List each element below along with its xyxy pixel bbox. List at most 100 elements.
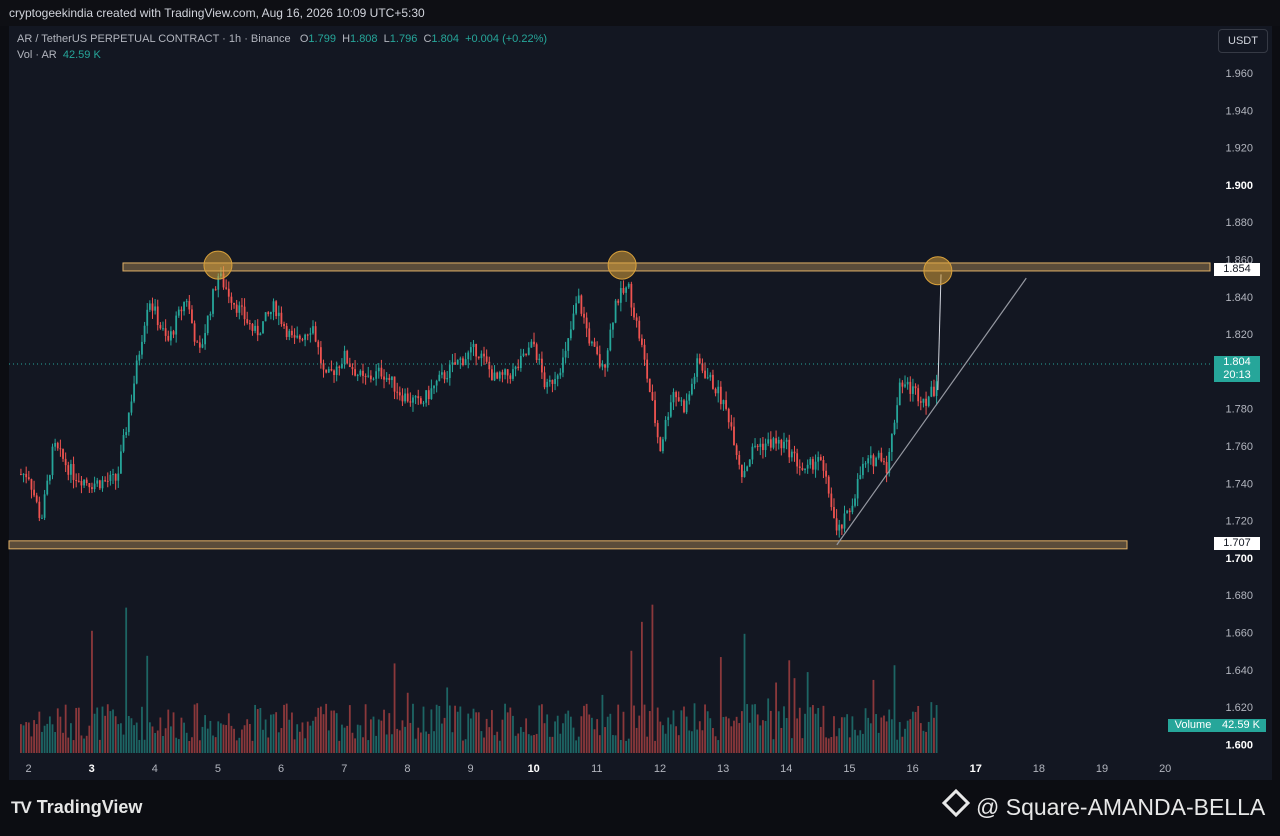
volume-bar xyxy=(391,734,393,753)
candle-body xyxy=(619,288,622,303)
volume-bar xyxy=(859,730,862,753)
candle-body xyxy=(48,475,51,481)
candle-body xyxy=(309,333,312,335)
y-tick-label: 1.840 xyxy=(1225,292,1253,304)
candle-body xyxy=(80,481,83,486)
x-tick-label: 4 xyxy=(152,763,158,775)
volume-bar xyxy=(106,704,109,753)
y-tick-label: 1.920 xyxy=(1225,143,1253,155)
candle-body xyxy=(243,306,246,320)
volume-bar xyxy=(472,708,475,753)
candle-body xyxy=(375,371,378,379)
candle-body xyxy=(283,324,285,327)
candle-body xyxy=(177,309,180,316)
volume-bar xyxy=(498,740,501,753)
currency-button[interactable]: USDT xyxy=(1218,29,1268,53)
candle-body xyxy=(70,464,72,475)
candle-body xyxy=(856,479,859,499)
candle-body xyxy=(551,379,554,384)
tradingview-logo-icon: TV xyxy=(11,798,32,817)
volume-bar xyxy=(788,660,791,753)
candle-body xyxy=(125,432,128,436)
volume-bar xyxy=(485,718,488,753)
candle-body xyxy=(867,458,870,464)
candle-body xyxy=(598,354,601,367)
candle-body xyxy=(75,479,78,481)
volume-bar xyxy=(875,714,877,753)
y-tick-label: 1.660 xyxy=(1225,628,1253,640)
candle-body xyxy=(64,458,67,466)
volume-bar xyxy=(248,723,251,753)
candle-body xyxy=(638,320,641,339)
volume-bar xyxy=(883,715,885,753)
candle-body xyxy=(120,451,122,474)
volume-bar xyxy=(214,737,217,753)
volume-bar xyxy=(304,738,306,753)
candle-body xyxy=(701,363,704,371)
volume-bar xyxy=(401,720,404,753)
candle-body xyxy=(746,466,749,471)
candle-body xyxy=(930,386,933,397)
candle-body xyxy=(917,388,920,402)
volume-bar xyxy=(690,731,693,753)
volume-bar xyxy=(175,737,178,753)
candle-body xyxy=(385,377,388,380)
volume-bar xyxy=(519,727,522,753)
volume-bar xyxy=(846,714,849,753)
candle-body xyxy=(583,313,585,318)
candle-body xyxy=(343,350,346,364)
volume-bar xyxy=(254,704,257,753)
volume-bar xyxy=(564,713,567,753)
volume-bar xyxy=(143,739,146,753)
volume-bar xyxy=(922,730,925,753)
candle-body xyxy=(354,369,356,376)
watermark: @ Square-AMANDA-BELLA xyxy=(941,788,1265,821)
symbol-name[interactable]: AR / TetherUS PERPETUAL CONTRACT · 1h · … xyxy=(17,33,291,45)
candle-body xyxy=(793,451,796,454)
candle-body xyxy=(317,341,320,348)
y-tick-label: 1.680 xyxy=(1225,590,1253,602)
volume-bar xyxy=(775,682,777,753)
candle-body xyxy=(893,422,896,435)
candle-body xyxy=(635,317,638,321)
volume-bar xyxy=(604,727,606,753)
candle-body xyxy=(593,341,596,347)
volume-bar xyxy=(904,728,906,753)
volume-bar xyxy=(819,726,822,753)
candle-body xyxy=(659,437,662,452)
y-tick-label: 1.600 xyxy=(1225,739,1253,751)
volume-bar xyxy=(480,731,483,753)
candle-body xyxy=(743,470,746,478)
candle-body xyxy=(475,344,478,357)
candle-body xyxy=(817,457,820,462)
price-chart[interactable]: 1.9601.9401.9201.9001.8801.8601.8401.820… xyxy=(0,0,1280,836)
volume-bar xyxy=(493,735,496,753)
candle-body xyxy=(819,457,822,461)
candle-body xyxy=(767,439,770,444)
tradingview-logo[interactable]: TV TradingView xyxy=(11,797,142,818)
volume-bar xyxy=(533,734,535,753)
candle-body xyxy=(775,438,777,444)
candle-body xyxy=(580,295,583,314)
x-tick-label: 20 xyxy=(1159,763,1171,775)
volume-bar xyxy=(293,739,296,753)
candle-body xyxy=(622,288,625,293)
volume-bar xyxy=(864,708,867,753)
candle-body xyxy=(785,439,788,442)
volume-bar xyxy=(201,726,204,753)
candle-body xyxy=(935,381,938,396)
volume-bar xyxy=(685,716,688,753)
volume-bar xyxy=(714,736,717,753)
volume-bar xyxy=(196,703,199,753)
candle-body xyxy=(264,312,267,322)
candle-body xyxy=(612,322,614,330)
candle-body xyxy=(859,475,862,480)
volume-bar xyxy=(25,722,28,753)
volume-bar xyxy=(769,710,772,753)
y-tick-label: 1.960 xyxy=(1225,68,1253,80)
volume-label[interactable]: Vol · AR xyxy=(17,49,57,61)
candle-body xyxy=(412,397,414,403)
candle-body xyxy=(454,362,456,365)
volume-bar xyxy=(667,717,670,753)
candle-body xyxy=(875,457,877,467)
